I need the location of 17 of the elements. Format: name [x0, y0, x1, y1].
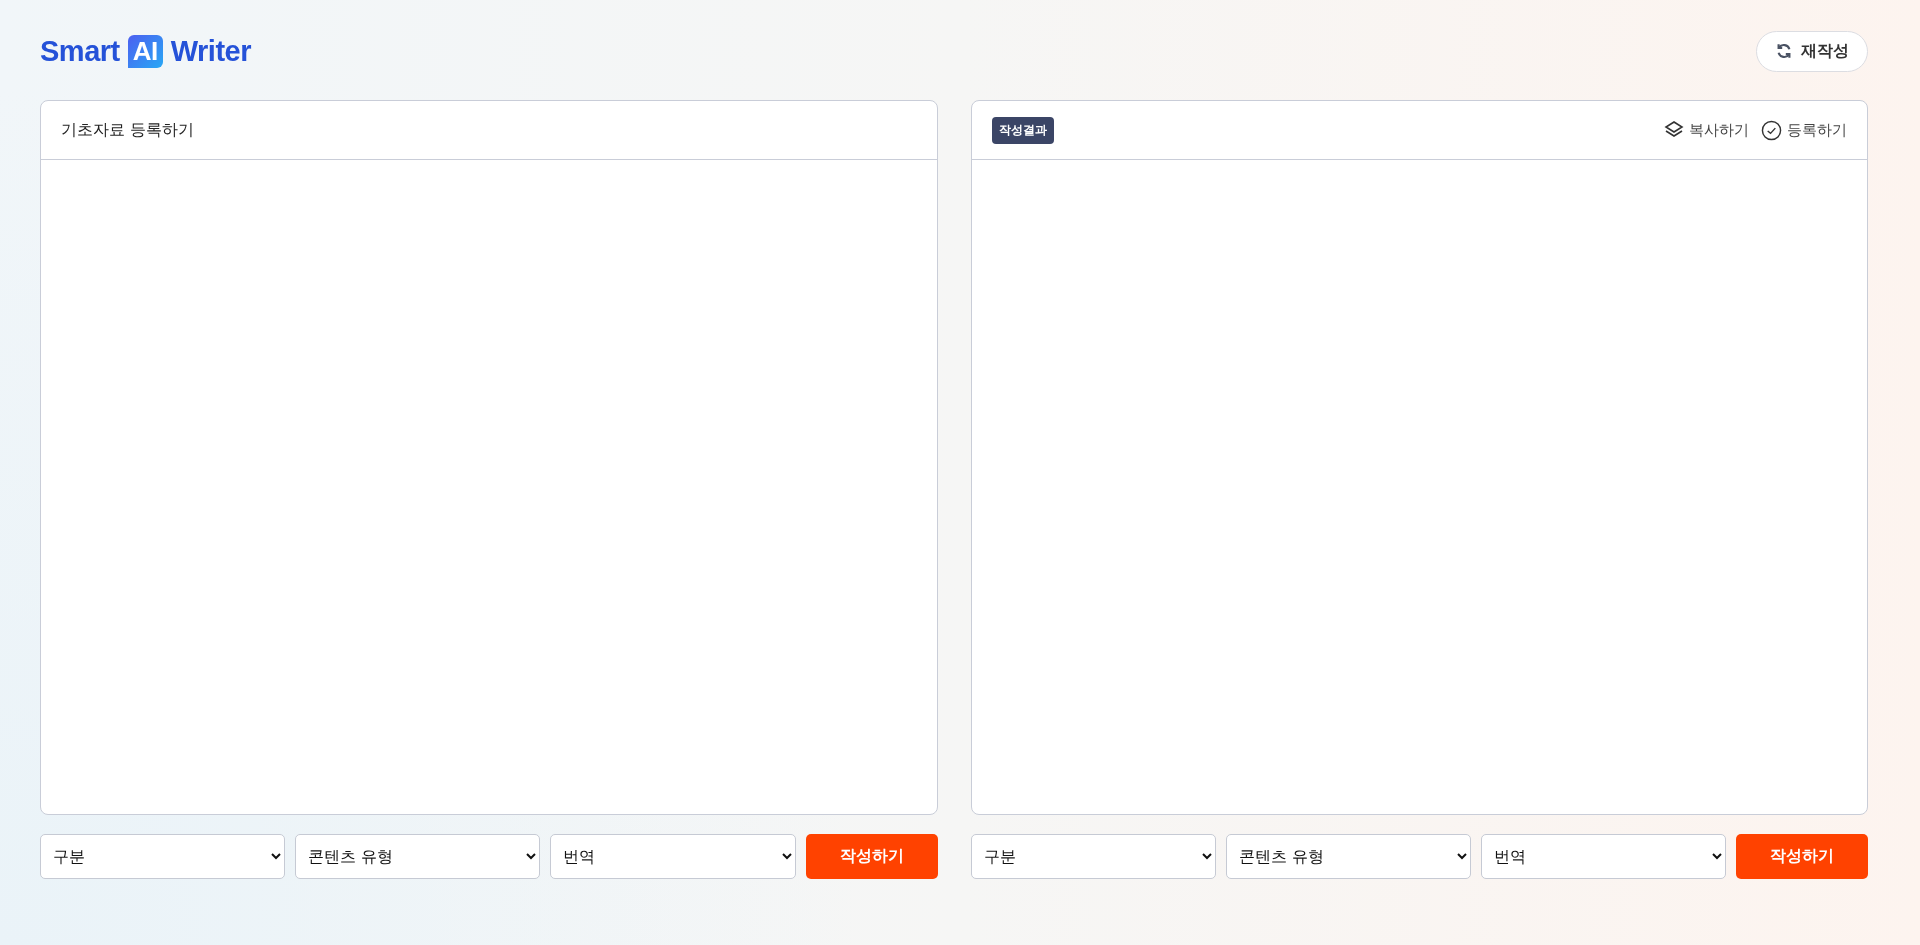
result-badge: 작성결과 — [991, 116, 1054, 144]
translation-dropdown[interactable]: 번역 — [550, 834, 796, 879]
category-dropdown[interactable]: 구분 — [970, 834, 1216, 879]
logo-badge: AI — [127, 34, 163, 68]
register-button[interactable]: 등록하기 — [1761, 119, 1847, 141]
translation-dropdown[interactable]: 번역 — [1480, 834, 1726, 879]
layers-icon — [1664, 120, 1684, 140]
logo-text: Writer — [170, 34, 251, 68]
logo-text: Smart — [40, 34, 120, 68]
refresh-icon — [1775, 42, 1793, 60]
panel-title: 기초자료 등록하기 — [61, 119, 195, 141]
copy-button[interactable]: 복사하기 — [1664, 119, 1749, 141]
content-type-dropdown[interactable]: 콘텐츠 유형 — [1225, 834, 1471, 879]
rewrite-button[interactable]: 재작성 — [1756, 30, 1868, 72]
content-type-dropdown[interactable]: 콘텐츠 유형 — [295, 834, 541, 879]
category-dropdown[interactable]: 구분 — [40, 834, 286, 879]
check-circle-icon — [1761, 119, 1782, 141]
